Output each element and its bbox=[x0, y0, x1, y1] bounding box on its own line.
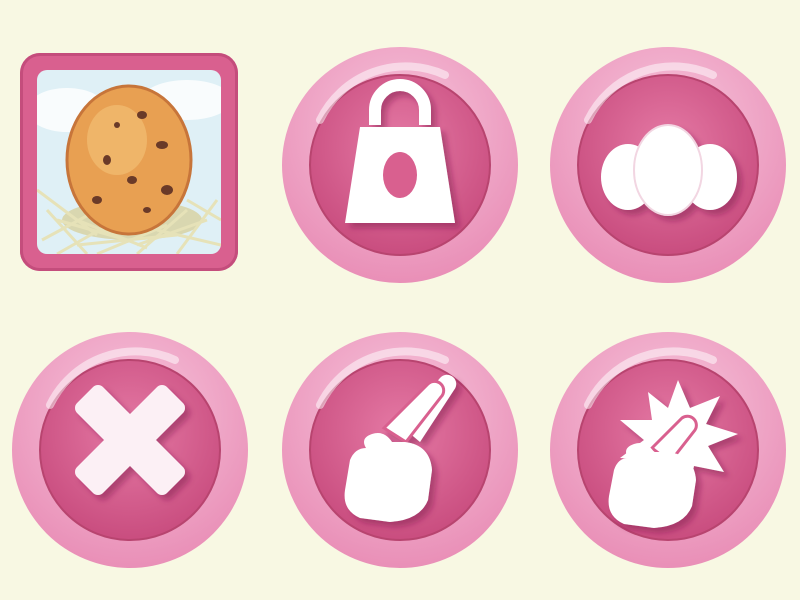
egg-in-nest-icon bbox=[37, 70, 221, 254]
eggs-button[interactable] bbox=[548, 45, 788, 285]
swipe-button[interactable] bbox=[280, 330, 520, 570]
game-icon-sheet: { "icons": [ {"id": "egg-tile", "icon": … bbox=[0, 0, 800, 600]
shop-button[interactable] bbox=[280, 45, 520, 285]
close-button[interactable] bbox=[10, 330, 250, 570]
egg-tile[interactable] bbox=[20, 53, 238, 271]
tap-button[interactable] bbox=[548, 330, 788, 570]
